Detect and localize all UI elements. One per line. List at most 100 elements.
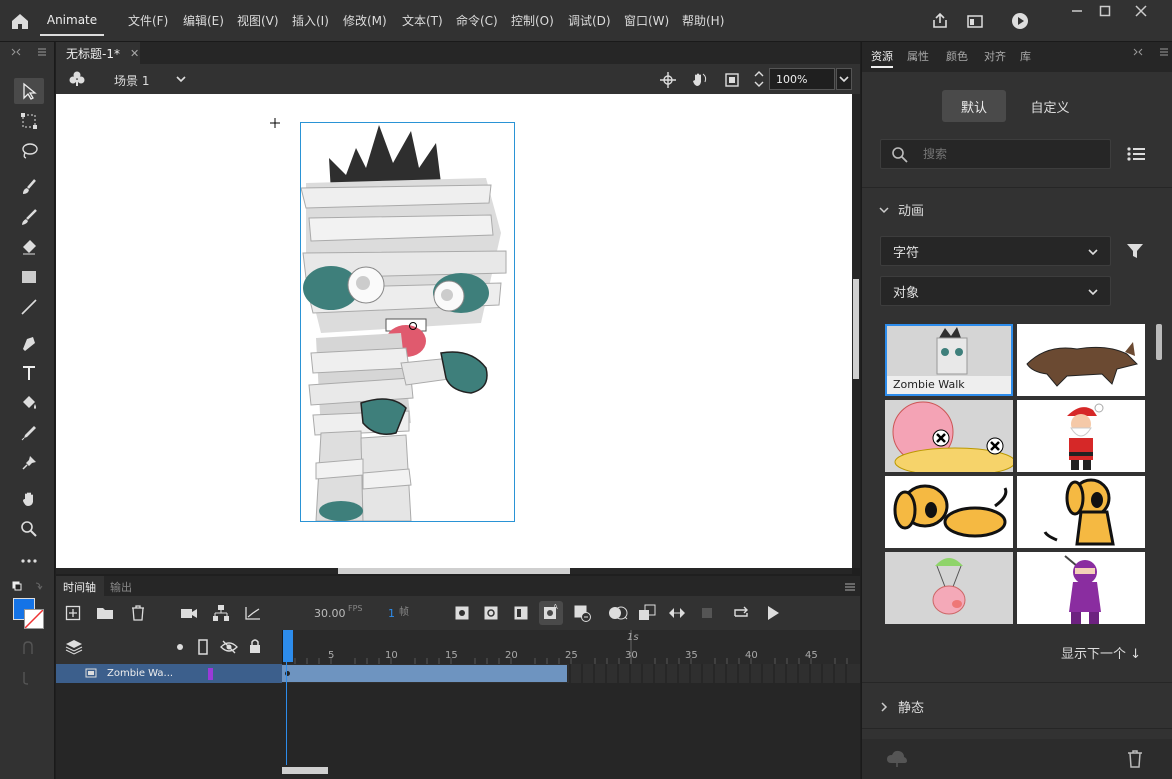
filter-icon[interactable] (1126, 242, 1144, 260)
line-tool-icon[interactable] (14, 294, 44, 320)
stage-canvas[interactable] (56, 94, 852, 568)
edit-multiple-frames-icon[interactable] (638, 604, 656, 622)
menu-insert[interactable]: 插入(I) (292, 12, 329, 29)
onion-skin-icon[interactable] (608, 605, 628, 621)
share-icon[interactable] (930, 11, 950, 31)
insert-keyframe-icon[interactable] (454, 605, 470, 621)
menu-commands[interactable]: 命令(C) (456, 12, 498, 29)
rotate-stage-icon[interactable] (689, 70, 709, 90)
workspace-icon[interactable] (965, 11, 985, 31)
layer-color-marker[interactable] (208, 667, 214, 680)
stage-hscroll-thumb[interactable] (338, 568, 570, 574)
fps-value[interactable]: 30.00 (314, 607, 346, 620)
tab-library[interactable]: 库 (1020, 48, 1031, 64)
hide-layer-icon[interactable] (220, 639, 238, 655)
delete-asset-icon[interactable] (1126, 749, 1144, 769)
scene-icon[interactable] (68, 70, 86, 88)
custom-button[interactable]: 自定义 (1018, 90, 1082, 122)
snap-icon[interactable] (20, 640, 36, 656)
asset-thumb-dog-lying[interactable] (885, 476, 1013, 548)
rectangle-tool-icon[interactable] (14, 264, 44, 290)
zoom-stepper-icon[interactable] (752, 68, 766, 90)
insert-frame-icon[interactable] (513, 605, 529, 621)
menu-view[interactable]: 视图(V) (237, 12, 279, 29)
asset-thumb-ninja[interactable] (1017, 552, 1145, 624)
frames-track[interactable] (282, 664, 860, 683)
lasso-tool-icon[interactable] (14, 138, 44, 164)
create-tween-icon[interactable] (668, 604, 686, 622)
auto-keyframe-icon[interactable]: A (539, 601, 563, 625)
layers-icon[interactable] (65, 639, 83, 655)
new-folder-icon[interactable] (96, 605, 114, 621)
fill-color-swatch[interactable] (24, 609, 44, 629)
animation-section-toggle[interactable]: 动画 (878, 200, 924, 219)
menu-file[interactable]: 文件(F) (128, 12, 168, 29)
zombie-walk-symbol[interactable] (300, 122, 515, 522)
paint-bucket-tool-icon[interactable] (14, 390, 44, 416)
app-name-tab[interactable]: Animate (40, 6, 104, 36)
outline-icon[interactable] (197, 639, 209, 655)
search-input[interactable] (923, 145, 1093, 163)
playhead-handle[interactable] (283, 630, 293, 662)
more-tools-icon[interactable] (14, 548, 44, 574)
menu-control[interactable]: 控制(O) (511, 12, 554, 29)
stage-vscroll-track[interactable] (852, 94, 860, 568)
document-tab[interactable]: 无标题-1* ✕ (56, 42, 140, 64)
asset-thumb-dog-sitting[interactable] (1017, 476, 1145, 548)
layer-parenting-icon[interactable] (212, 604, 230, 622)
menu-text[interactable]: 文本(T) (402, 12, 443, 29)
frame-span[interactable] (282, 665, 568, 682)
swap-colors-icon[interactable] (10, 580, 46, 594)
text-tool-icon[interactable] (14, 360, 44, 386)
tab-align[interactable]: 对齐 (984, 48, 1006, 64)
tab-output[interactable]: 输出 (104, 576, 144, 596)
asset-thumb-zombie[interactable]: Zombie Walk (885, 324, 1013, 396)
menu-help[interactable]: 帮助(H) (682, 12, 724, 29)
center-stage-icon[interactable] (659, 71, 677, 89)
frame-value[interactable]: 1 (388, 607, 395, 620)
hand-tool-icon[interactable] (14, 486, 44, 512)
free-transform-tool-icon[interactable] (14, 108, 44, 134)
tab-properties[interactable]: 属性 (907, 48, 929, 64)
menu-edit[interactable]: 编辑(E) (183, 12, 224, 29)
test-movie-icon[interactable] (1010, 11, 1030, 31)
type-dropdown[interactable]: 字符 (880, 236, 1111, 266)
lock-layer-icon[interactable] (248, 638, 262, 654)
eraser-tool-icon[interactable] (14, 234, 44, 260)
maximize-icon[interactable] (1088, 0, 1122, 22)
search-box[interactable] (880, 139, 1111, 169)
menu-debug[interactable]: 调试(D) (568, 12, 611, 29)
highlight-layers-icon[interactable] (177, 644, 183, 650)
scene-dropdown-icon[interactable] (174, 72, 188, 86)
zoom-tool-icon[interactable] (14, 516, 44, 542)
import-asset-icon[interactable] (886, 749, 908, 769)
show-next-link[interactable]: 显示下一个 ↓ (1061, 643, 1141, 662)
clip-content-icon[interactable] (723, 71, 741, 89)
timeline-menu-icon[interactable] (844, 581, 856, 591)
frame-ruler[interactable]: 1s 5 10 15 20 25 30 35 40 45 (282, 630, 860, 664)
asset-thumb-santa[interactable] (1017, 400, 1145, 472)
insert-blank-keyframe-icon[interactable] (483, 605, 499, 621)
zoom-dropdown-icon[interactable] (836, 68, 852, 90)
graph-icon[interactable] (244, 605, 262, 621)
close-tab-icon[interactable]: ✕ (130, 47, 139, 60)
tab-color[interactable]: 颜色 (946, 48, 968, 64)
stage-vscroll-thumb[interactable] (853, 279, 859, 379)
asset-thumb-snail[interactable] (885, 400, 1013, 472)
play-icon[interactable] (764, 604, 782, 622)
home-icon[interactable] (8, 10, 32, 32)
list-view-icon[interactable] (1126, 145, 1146, 163)
smooth-icon[interactable] (20, 670, 36, 686)
camera-icon[interactable] (180, 605, 198, 621)
loop-icon[interactable] (732, 604, 750, 622)
menu-window[interactable]: 窗口(W) (624, 12, 669, 29)
selection-tool-icon[interactable] (14, 78, 44, 104)
tab-assets[interactable]: 资源 (871, 48, 893, 68)
kind-dropdown[interactable]: 对象 (880, 276, 1111, 306)
asset-thumb-wolf[interactable] (1017, 324, 1145, 396)
default-button[interactable]: 默认 (942, 90, 1006, 122)
new-layer-icon[interactable] (65, 605, 81, 621)
assets-vscroll-thumb[interactable] (1156, 324, 1162, 360)
brush-tool-icon[interactable] (14, 204, 44, 230)
clear-keyframe-icon[interactable] (573, 604, 591, 622)
